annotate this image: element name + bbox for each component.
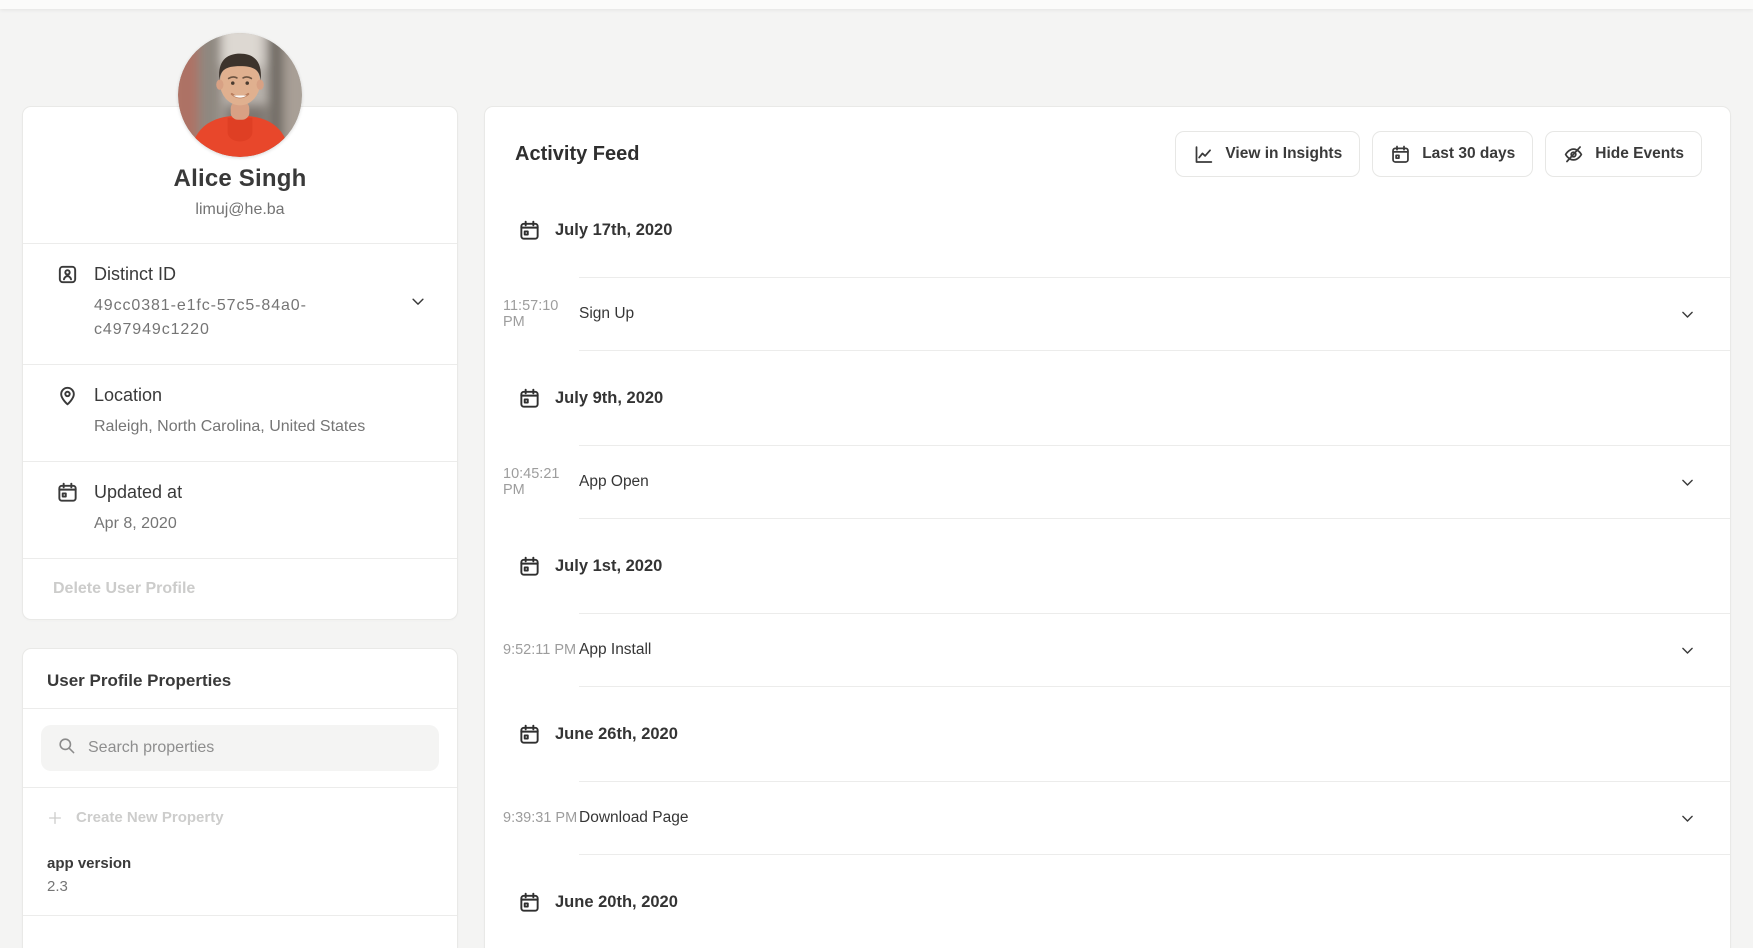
eye-off-icon — [1563, 144, 1584, 165]
search-properties-box[interactable] — [41, 725, 439, 771]
profile-field-value: Raleigh, North Carolina, United States — [94, 415, 427, 439]
event-name: Sign Up — [579, 305, 634, 323]
feed-date-header: July 17th, 2020 — [485, 183, 1730, 277]
feed-date-header: June 26th, 2020 — [485, 687, 1730, 781]
view-in-insights-button[interactable]: View in Insights — [1175, 131, 1360, 177]
chevron-down-icon[interactable] — [1679, 474, 1696, 491]
event-time: 11:57:10 PM — [503, 298, 579, 330]
search-wrap — [23, 709, 457, 787]
create-new-property-button[interactable]: Create New Property — [23, 788, 457, 847]
event-time: 9:39:31 PM — [503, 810, 579, 826]
profile-field-label: Updated at — [94, 482, 182, 503]
chevron-down-icon[interactable] — [1679, 306, 1696, 323]
chevron-down-icon[interactable] — [409, 293, 427, 316]
feed-event-row[interactable]: 9:52:11 PM App Install — [485, 614, 1730, 686]
avatar-illustration — [178, 33, 302, 157]
feed-date-label: July 1st, 2020 — [555, 557, 662, 576]
page: Alice Singh limuj@he.ba Distinct ID 49cc… — [0, 0, 1753, 948]
profile-field-label: Location — [94, 385, 162, 406]
profile-field-head: Updated at — [56, 481, 427, 504]
profile-sidebar: Alice Singh limuj@he.ba Distinct ID 49cc… — [22, 0, 458, 948]
property-list: app version 2.3 — [23, 847, 457, 915]
calendar-icon — [518, 891, 541, 914]
chevron-down-icon[interactable] — [1679, 642, 1696, 659]
profile-field-updated-at: Updated at Apr 8, 2020 — [23, 461, 457, 558]
event-name: Download Page — [579, 809, 688, 827]
feed-date-label: June 26th, 2020 — [555, 725, 678, 744]
create-new-property-label: Create New Property — [76, 809, 224, 826]
property-value: 2.3 — [47, 878, 433, 895]
user-profile-card: Alice Singh limuj@he.ba Distinct ID 49cc… — [22, 106, 458, 620]
profile-field-location: Location Raleigh, North Carolina, United… — [23, 364, 457, 461]
search-icon — [57, 736, 76, 760]
feed-date-header: June 20th, 2020 — [485, 855, 1730, 948]
feed-date-header: July 1st, 2020 — [485, 519, 1730, 613]
feed-date-header: July 9th, 2020 — [485, 351, 1730, 445]
profile-email: limuj@he.ba — [43, 201, 437, 219]
profile-field-head: Distinct ID — [56, 263, 427, 286]
line-chart-icon — [1193, 144, 1214, 165]
profile-field-distinct-id: Distinct ID 49cc0381-e1fc-57c5-84a0-c497… — [23, 243, 457, 364]
profile-field-label: Distinct ID — [94, 264, 176, 285]
feed-event-row[interactable]: 11:57:10 PM Sign Up — [485, 278, 1730, 350]
id-badge-icon — [56, 263, 79, 286]
feed-event-row[interactable]: 10:45:21 PM App Open — [485, 446, 1730, 518]
event-time: 9:52:11 PM — [503, 642, 579, 658]
delete-user-profile-button[interactable]: Delete User Profile — [23, 558, 457, 619]
button-label: Hide Events — [1595, 145, 1684, 163]
feed-date-label: July 9th, 2020 — [555, 389, 663, 408]
user-profile-properties-card: User Profile Properties Create New Prope… — [22, 648, 458, 948]
activity-feed-actions: View in Insights Last 30 days Hide Event… — [1175, 131, 1702, 177]
activity-feed-title: Activity Feed — [515, 143, 639, 166]
profile-name: Alice Singh — [43, 165, 437, 193]
profile-field-head: Location — [56, 384, 427, 407]
calendar-icon — [518, 387, 541, 410]
feed-date-label: July 17th, 2020 — [555, 221, 672, 240]
activity-feed-header: Activity Feed View in Insights Last 30 d… — [485, 107, 1730, 183]
activity-feed-list: July 17th, 2020 11:57:10 PM Sign Up July … — [485, 183, 1730, 948]
calendar-icon — [518, 723, 541, 746]
property-name: app version — [47, 855, 433, 872]
button-label: Last 30 days — [1422, 145, 1515, 163]
activity-feed-card: Activity Feed View in Insights Last 30 d… — [484, 106, 1731, 948]
calendar-icon — [1390, 144, 1411, 165]
event-name: App Open — [579, 473, 649, 491]
location-pin-icon — [56, 384, 79, 407]
plus-icon — [47, 810, 63, 826]
chevron-down-icon[interactable] — [1679, 810, 1696, 827]
hide-events-button[interactable]: Hide Events — [1545, 131, 1702, 177]
profile-fields: Distinct ID 49cc0381-e1fc-57c5-84a0-c497… — [23, 243, 457, 558]
feed-date-label: June 20th, 2020 — [555, 893, 678, 912]
button-label: View in Insights — [1225, 145, 1342, 163]
profile-field-value: 49cc0381-e1fc-57c5-84a0-c497949c1220 — [94, 294, 356, 342]
search-properties-input[interactable] — [88, 739, 423, 757]
event-name: App Install — [579, 641, 651, 659]
profile-field-value: Apr 8, 2020 — [94, 512, 427, 536]
avatar — [178, 33, 302, 157]
event-time: 10:45:21 PM — [503, 466, 579, 498]
calendar-icon — [518, 555, 541, 578]
feed-event-row[interactable]: 9:39:31 PM Download Page — [485, 782, 1730, 854]
properties-title: User Profile Properties — [23, 649, 457, 708]
divider — [23, 915, 457, 916]
property-item[interactable]: app version 2.3 — [23, 847, 457, 915]
last-30-days-button[interactable]: Last 30 days — [1372, 131, 1533, 177]
calendar-icon — [56, 481, 79, 504]
calendar-icon — [518, 219, 541, 242]
